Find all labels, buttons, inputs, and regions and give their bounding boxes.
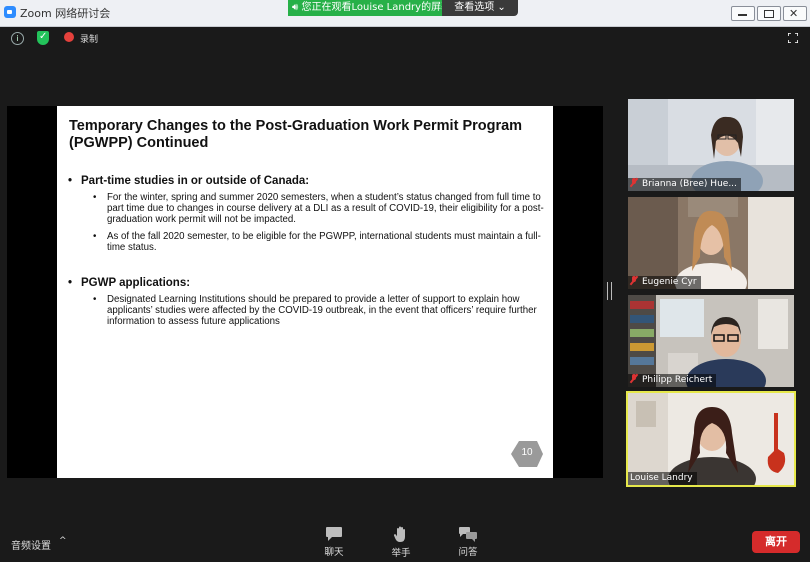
chat-label: 聊天 [324,547,344,558]
mic-muted-icon [630,178,638,187]
participant-video[interactable]: Philipp Reichert [628,295,794,387]
record-icon[interactable] [64,32,74,42]
chevron-down-icon: ⌄ [497,2,506,13]
participant-name-tag: Brianna (Bree) Hue... [628,178,741,191]
meeting-top-toolbar: i 录制 [0,27,810,51]
title-bar: Zoom 网络研讨会 🔊︎ 您正在观看Louise Landry的屏幕 查看选项… [0,0,810,27]
slide-bullet: • For the winter, spring and summer 2020 … [93,192,544,225]
minimize-button[interactable] [731,6,755,21]
participant-name-tag: Philipp Reichert [628,374,717,387]
screen-share-banner: 🔊︎ 您正在观看Louise Landry的屏幕 查看选项 ⌄ [288,0,518,16]
page-number: 10 [521,447,533,458]
record-label[interactable]: 录制 [80,32,98,45]
qa-icon [459,527,477,542]
participant-name-tag: Eugenie Cyr [628,276,701,289]
hand-icon [393,526,405,542]
close-button[interactable]: ✕ [783,6,807,21]
participant-video[interactable]: Brianna (Bree) Hue... [628,99,794,191]
info-icon[interactable]: i [11,32,24,45]
leave-button[interactable]: 离开 [752,531,800,553]
mic-muted-icon [630,374,638,383]
chat-button[interactable]: 聊天 [314,526,354,558]
participant-video-active-speaker[interactable]: Louise Landry [626,391,796,487]
close-icon: ✕ [789,7,799,20]
raise-hand-button[interactable]: 举手 [381,526,421,559]
participant-name-tag: Louise Landry [628,472,697,485]
window-title: Zoom 网络研讨会 [20,7,111,20]
slide-heading: • PGWP applications: [68,277,191,289]
mic-muted-icon [630,276,638,285]
participant-video[interactable]: Eugenie Cyr [628,197,794,289]
shield-icon[interactable] [37,31,49,45]
slide-bullet: • Designated Learning Institutions should… [93,294,537,327]
caret-up-icon[interactable]: ^ [59,536,67,546]
zoom-logo-icon [4,6,16,18]
page-number-badge: 10 [511,440,543,468]
speaker-icon: 🔊︎ [292,2,299,13]
slide-heading: • Part-time studies in or outside of Cana… [68,175,310,187]
view-options-button[interactable]: 查看选项 ⌄ [442,0,518,16]
slide-title: Temporary Changes to the Post-Graduation… [69,118,523,151]
split-resize-handle[interactable] [607,282,612,300]
raise-hand-label: 举手 [391,548,411,559]
audio-settings-button[interactable]: 音频设置 [11,537,51,552]
qa-label: 问答 [458,547,478,558]
shared-screen: Temporary Changes to the Post-Graduation… [7,106,603,478]
fullscreen-icon[interactable] [788,33,798,43]
share-status-text: 🔊︎ 您正在观看Louise Landry的屏幕 [288,0,442,16]
chat-icon [326,527,342,541]
maximize-button[interactable] [757,6,781,21]
meeting-bottom-toolbar: 音频设置 ^ 聊天 举手 问答 离开 [0,520,810,562]
qa-button[interactable]: 问答 [448,526,488,558]
slide-bullet: • As of the fall 2020 semester, to be eli… [93,231,541,253]
presentation-slide: Temporary Changes to the Post-Graduation… [57,106,553,478]
